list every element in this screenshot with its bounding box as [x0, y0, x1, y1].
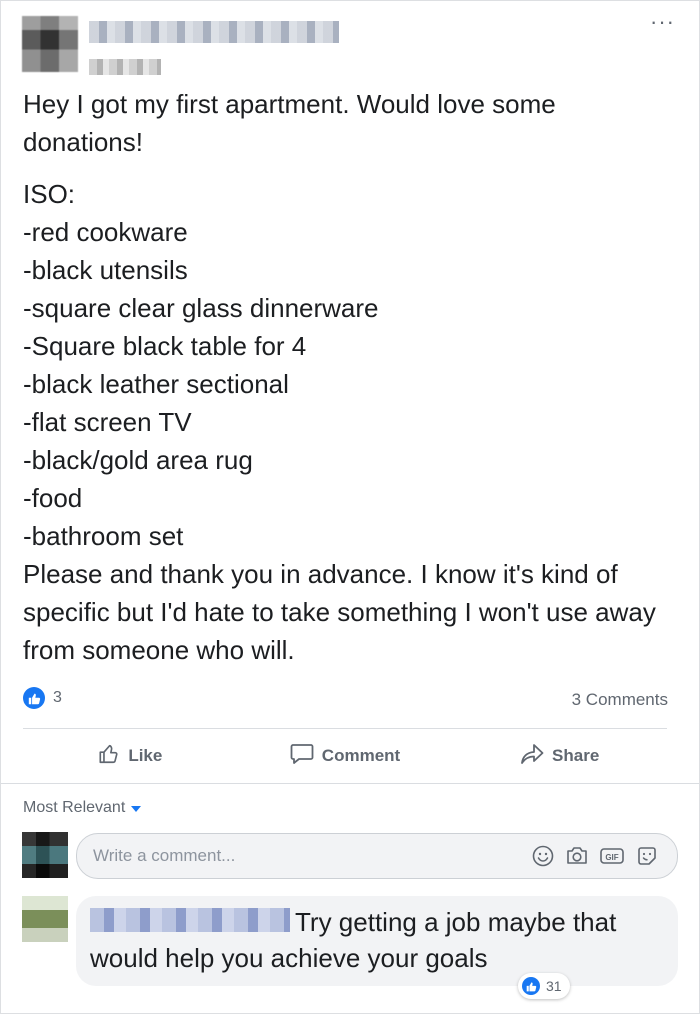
post-list-item: -black utensils — [23, 255, 188, 285]
divider — [23, 728, 667, 729]
reaction-summary[interactable]: 3 — [23, 687, 62, 709]
share-arrow-icon — [520, 743, 544, 770]
gif-icon[interactable]: GIF — [599, 844, 625, 873]
like-reaction-icon — [23, 687, 45, 709]
post-list-item: -square clear glass dinnerware — [23, 293, 379, 323]
post-card: ··· Hey I got my first apartment. Would … — [0, 0, 700, 1014]
post-list-header: ISO: — [23, 179, 76, 209]
post-list-item: -Square black table for 4 — [23, 331, 307, 361]
share-label: Share — [552, 746, 600, 765]
share-button[interactable]: Share — [452, 733, 667, 779]
post-list-item: -black/gold area rug — [23, 445, 253, 475]
comment-sort-dropdown[interactable]: Most Relevant — [23, 799, 142, 817]
comment-input-tools: GIF — [531, 844, 659, 873]
comment-bubble-icon — [290, 743, 314, 770]
like-button[interactable]: Like — [23, 733, 238, 779]
comment-label: Comment — [321, 746, 401, 765]
svg-text:GIF: GIF — [605, 853, 618, 862]
thumbs-up-icon — [98, 743, 120, 770]
sticker-icon[interactable] — [635, 844, 659, 873]
post-closing: Please and thank you in advance. I know … — [23, 559, 656, 665]
comment-button[interactable]: Comment — [238, 733, 453, 779]
comment-bubble: Try getting a job maybe that would help … — [76, 896, 678, 986]
comments-count-link[interactable]: 3 Comments — [572, 690, 668, 710]
post-timestamp-blurred[interactable] — [89, 59, 161, 75]
action-bar: Like Comment Share — [23, 733, 667, 779]
comment-like-count: 31 — [546, 978, 562, 994]
author-avatar[interactable] — [22, 16, 78, 72]
reaction-count: 3 — [53, 689, 62, 706]
post-intro: Hey I got my first apartment. Would love… — [23, 89, 556, 157]
post-list-item: -red cookware — [23, 217, 188, 247]
commenter-avatar[interactable] — [22, 896, 68, 942]
current-user-avatar[interactable] — [22, 832, 68, 878]
comment-input[interactable]: Write a comment... GIF — [76, 833, 678, 879]
post-list-item: -bathroom set — [23, 521, 184, 551]
author-name-blurred[interactable] — [89, 21, 339, 43]
post-body: Hey I got my first apartment. Would love… — [23, 85, 673, 669]
emoji-icon[interactable] — [531, 844, 555, 873]
comments-divider — [1, 783, 699, 784]
post-list-item: -food — [23, 483, 83, 513]
camera-icon[interactable] — [565, 844, 589, 873]
more-options-icon[interactable]: ··· — [650, 11, 675, 33]
post-list-item: -flat screen TV — [23, 407, 192, 437]
like-label: Like — [128, 746, 163, 765]
comment-reaction-badge[interactable]: 31 — [518, 973, 570, 999]
comment-text: Try getting a job maybe that would help … — [90, 907, 617, 973]
chevron-down-icon — [131, 806, 142, 812]
sort-label: Most Relevant — [23, 799, 126, 816]
comment-input-placeholder: Write a comment... — [93, 846, 236, 865]
like-reaction-icon — [522, 977, 540, 995]
post-list-item: -black leather sectional — [23, 369, 289, 399]
